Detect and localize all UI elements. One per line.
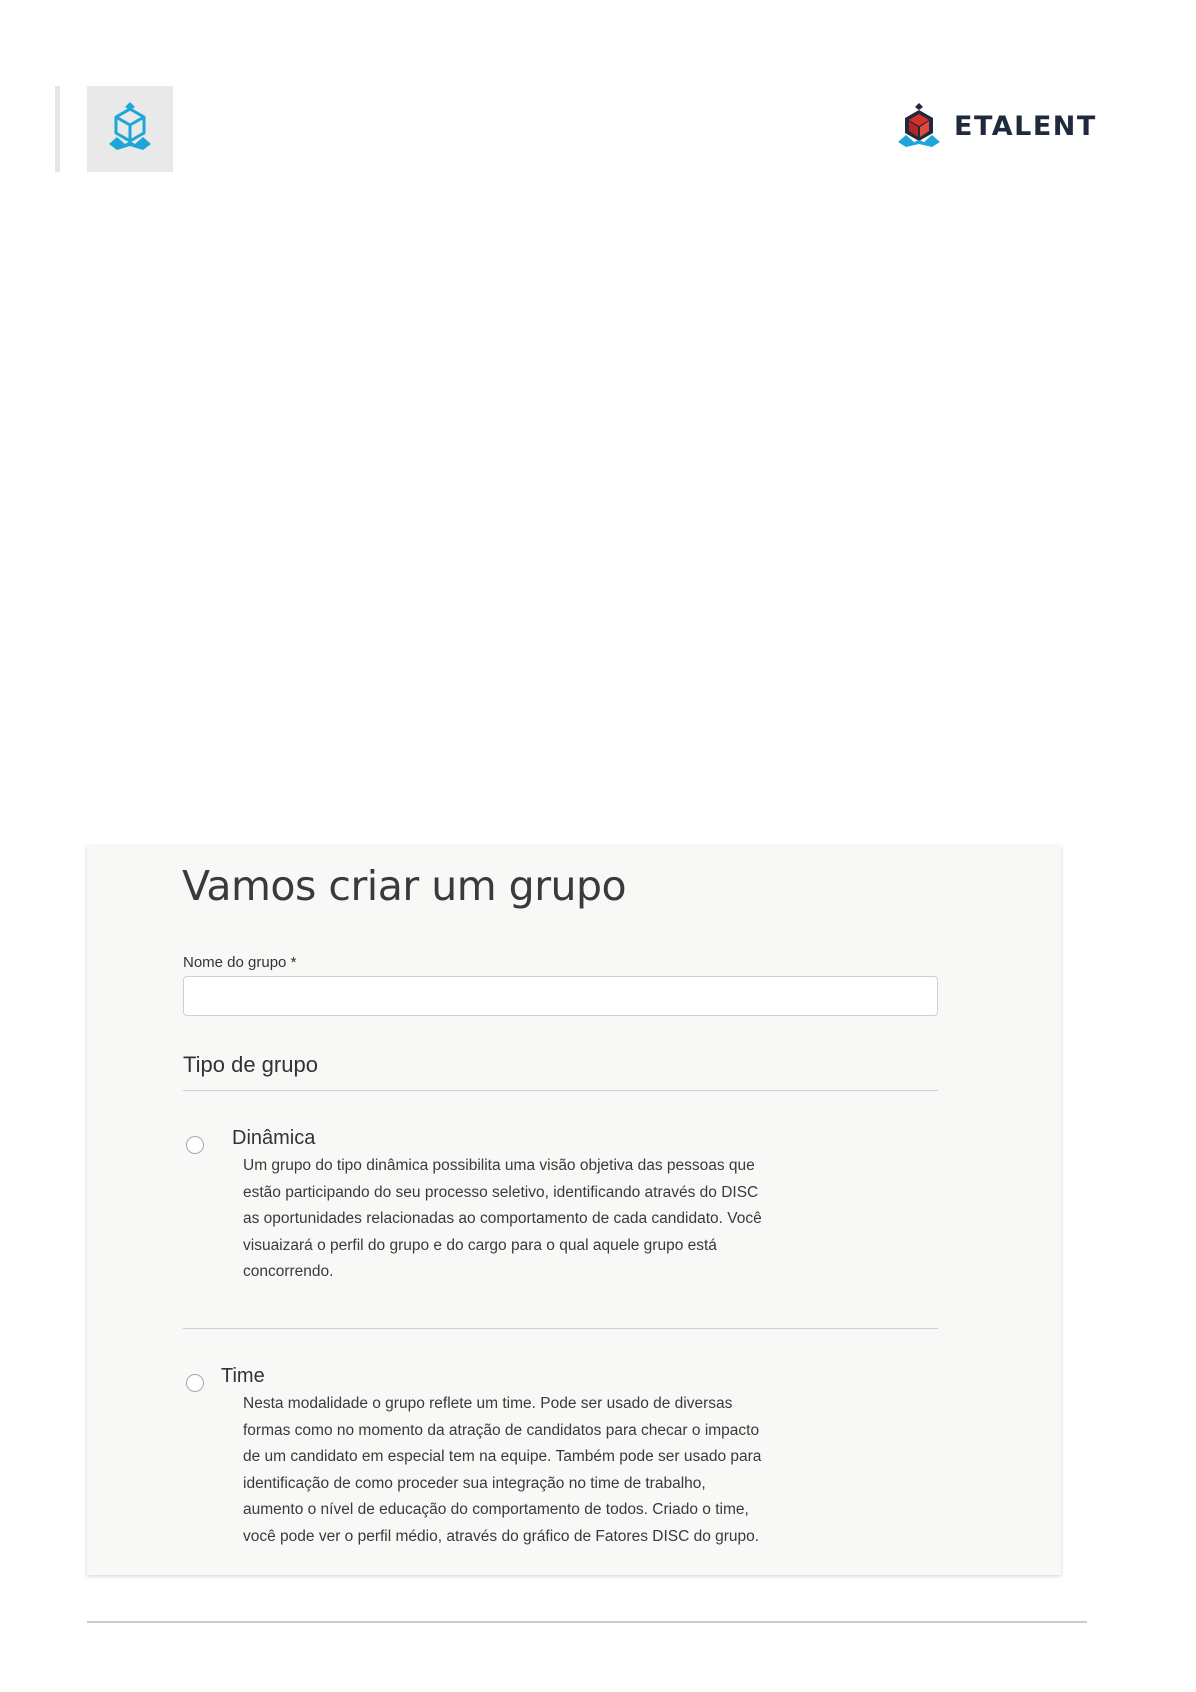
option-description-dinamica: Um grupo do tipo dinâmica possibilita um…	[243, 1153, 803, 1286]
section-divider	[183, 1090, 938, 1091]
description-line: Nesta modalidade o grupo reflete um time…	[243, 1395, 733, 1412]
description-line: as oportunidades relacionadas ao comport…	[243, 1210, 762, 1227]
description-line: concorrendo.	[243, 1263, 334, 1280]
radio-dinamica[interactable]	[186, 1136, 204, 1154]
app-icon-tile	[87, 86, 173, 172]
create-group-card: Vamos criar um grupo Nome do grupo * Tip…	[87, 846, 1061, 1575]
description-line: de um candidato em especial tem na equip…	[243, 1448, 762, 1465]
header-accent-bar	[55, 86, 60, 172]
description-line: visuaizará o perfil do grupo e do cargo …	[243, 1236, 717, 1254]
option-divider	[183, 1328, 938, 1329]
brand-name: ETALENT	[954, 110, 1097, 142]
description-line: Um grupo do tipo dinâmica possibilita um…	[243, 1157, 755, 1174]
brand-logo: ETALENT	[896, 102, 1097, 150]
option-title-time: Time	[221, 1365, 265, 1387]
description-line: formas como no momento da atração de can…	[243, 1421, 760, 1439]
description-line: aumento o nível de educação do comportam…	[243, 1501, 749, 1518]
etalent-logo-icon	[896, 100, 942, 153]
cube-logo-icon	[103, 100, 157, 159]
option-title-dinamica: Dinâmica	[232, 1127, 316, 1149]
description-line: identificação de como proceder sua integ…	[243, 1474, 706, 1492]
description-line: estão participando do seu processo selet…	[243, 1183, 759, 1201]
group-name-input[interactable]	[183, 976, 938, 1016]
page-title: Vamos criar um grupo	[182, 862, 627, 910]
description-line: você pode ver o perfil médio, através do…	[243, 1527, 760, 1545]
group-type-heading: Tipo de grupo	[183, 1052, 318, 1077]
option-description-time: Nesta modalidade o grupo reflete um time…	[243, 1391, 803, 1550]
group-name-label: Nome do grupo *	[183, 954, 297, 971]
footer-divider	[87, 1621, 1087, 1623]
radio-time[interactable]	[186, 1374, 204, 1392]
